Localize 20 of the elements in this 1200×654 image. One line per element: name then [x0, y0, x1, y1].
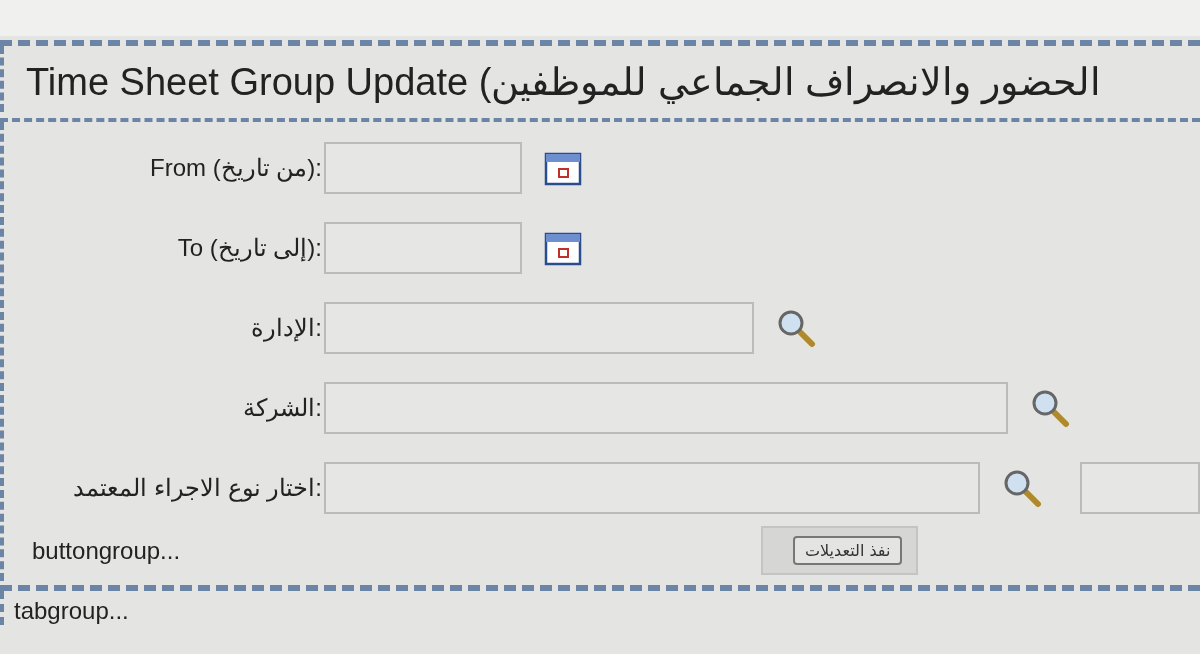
field-label: اختار نوع الاجراء المعتمد:	[72, 474, 323, 502]
apply-button[interactable]: نفذ التعديلات	[793, 536, 903, 565]
field-label: الشركة:	[242, 394, 323, 422]
input-field[interactable]	[324, 462, 980, 514]
input-field[interactable]	[1080, 462, 1200, 514]
input-field[interactable]	[324, 382, 1008, 434]
search-icon[interactable]	[1030, 388, 1070, 428]
calendar-icon[interactable]	[544, 150, 584, 186]
field-label: الإدارة:	[250, 314, 323, 342]
search-icon[interactable]	[776, 308, 816, 348]
field-label: From (من تاريخ):	[149, 154, 323, 182]
input-field[interactable]	[324, 142, 522, 194]
window-title: Time Sheet Group Update (الحضور والانصراف الجماعي للموظفين	[0, 46, 1200, 112]
search-icon[interactable]	[1002, 468, 1042, 508]
group-label: tabgroup...	[0, 591, 1200, 625]
field-label: To (إلى تاريخ):	[176, 234, 323, 262]
input-field[interactable]	[324, 222, 522, 274]
group-label: buttongroup...	[31, 536, 182, 565]
input-field[interactable]	[324, 302, 754, 354]
calendar-icon[interactable]	[544, 230, 584, 266]
